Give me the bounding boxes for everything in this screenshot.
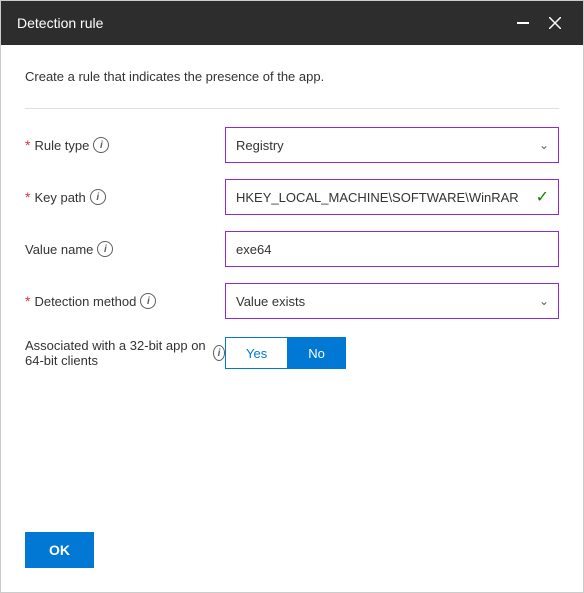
detection-method-select[interactable]: Value exists Key exists String compariso… xyxy=(225,283,559,319)
minimize-button[interactable] xyxy=(511,11,535,35)
rule-type-label-text: Rule type xyxy=(34,138,89,153)
toggle-group: Yes No xyxy=(225,337,559,369)
titlebar: Detection rule xyxy=(1,1,583,45)
dialog-body: Create a rule that indicates the presenc… xyxy=(1,45,583,516)
key-path-label-text: Key path xyxy=(34,190,85,205)
description-text: Create a rule that indicates the presenc… xyxy=(25,69,559,84)
value-name-label-text: Value name xyxy=(25,242,93,257)
detection-method-row: * Detection method i Value exists Key ex… xyxy=(25,283,559,319)
key-path-control: ✓ xyxy=(225,179,559,215)
required-star-detection-method: * xyxy=(25,293,30,309)
rule-type-info-icon[interactable]: i xyxy=(93,137,109,153)
value-name-input[interactable] xyxy=(225,231,559,267)
detection-method-control: Value exists Key exists String compariso… xyxy=(225,283,559,319)
key-path-row: * Key path i ✓ xyxy=(25,179,559,215)
detection-method-info-icon[interactable]: i xyxy=(140,293,156,309)
detection-method-label-text: Detection method xyxy=(34,294,136,309)
associated-32bit-label: Associated with a 32-bit app on 64-bit c… xyxy=(25,338,225,368)
rule-type-select[interactable]: Registry File system MSI product code Sc… xyxy=(225,127,559,163)
rule-type-label: * Rule type i xyxy=(25,137,225,153)
titlebar-controls xyxy=(511,11,567,35)
associated-32bit-row: Associated with a 32-bit app on 64-bit c… xyxy=(25,335,559,371)
required-star-rule-type: * xyxy=(25,137,30,153)
divider xyxy=(25,108,559,109)
yes-button[interactable]: Yes xyxy=(225,337,287,369)
rule-type-control: Registry File system MSI product code Sc… xyxy=(225,127,559,163)
checkmark-icon: ✓ xyxy=(536,187,549,207)
detection-method-select-wrapper: Value exists Key exists String compariso… xyxy=(225,283,559,319)
key-path-label: * Key path i xyxy=(25,189,225,205)
value-name-label: Value name i xyxy=(25,241,225,257)
associated-32bit-label-text: Associated with a 32-bit app on 64-bit c… xyxy=(25,338,209,368)
required-star-key-path: * xyxy=(25,189,30,205)
body-spacer xyxy=(25,387,559,500)
associated-32bit-control: Yes No xyxy=(225,337,559,369)
rule-type-row: * Rule type i Registry File system MSI p… xyxy=(25,127,559,163)
value-name-row: Value name i xyxy=(25,231,559,267)
rule-type-select-wrapper: Registry File system MSI product code Sc… xyxy=(225,127,559,163)
detection-rule-dialog: Detection rule Create a rule that indica… xyxy=(0,0,584,593)
associated-32bit-info-icon[interactable]: i xyxy=(213,345,225,361)
dialog-footer: OK xyxy=(1,516,583,592)
value-name-input-wrapper xyxy=(225,231,559,267)
key-path-input-wrapper: ✓ xyxy=(225,179,559,215)
key-path-info-icon[interactable]: i xyxy=(90,189,106,205)
dialog-title: Detection rule xyxy=(17,15,103,31)
key-path-input[interactable] xyxy=(225,179,559,215)
ok-button[interactable]: OK xyxy=(25,532,94,568)
value-name-control xyxy=(225,231,559,267)
detection-method-label: * Detection method i xyxy=(25,293,225,309)
no-button[interactable]: No xyxy=(287,337,346,369)
value-name-info-icon[interactable]: i xyxy=(97,241,113,257)
close-button[interactable] xyxy=(543,11,567,35)
